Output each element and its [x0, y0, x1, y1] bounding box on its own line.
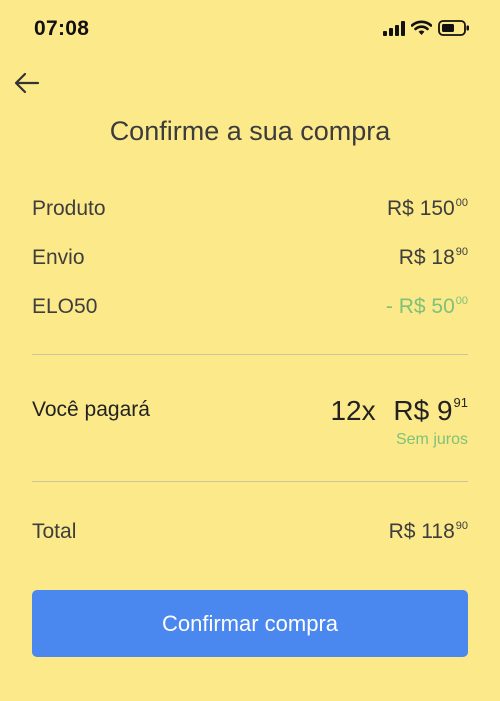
price-cents: 00 [455, 197, 468, 209]
confirm-purchase-button[interactable]: Confirmar compra [32, 590, 468, 657]
back-arrow-icon [14, 72, 40, 99]
divider [32, 481, 468, 482]
price-cents: 00 [455, 295, 468, 307]
summary-row-coupon: ELO50 - R$ 5000 [32, 295, 468, 325]
divider [32, 354, 468, 355]
discount-prefix: - [385, 295, 393, 318]
price-cents: 91 [453, 395, 468, 410]
total-price: R$ 11890 [389, 520, 468, 544]
price-whole: 118 [421, 520, 455, 543]
price-cents: 90 [455, 520, 468, 532]
payment-label: Você pagará [32, 398, 150, 421]
checkout-screen: 07:08 Confirme a sua compra Produto R$ 1… [0, 0, 500, 701]
back-button[interactable] [12, 72, 42, 98]
price-whole: 150 [419, 197, 455, 220]
status-bar: 07:08 [0, 0, 500, 60]
payment-summary: Você pagará 12x R$ 991 Sem juros [32, 395, 468, 455]
signal-icon [383, 20, 405, 36]
summary-row-shipping: Envio R$ 1890 [32, 246, 468, 276]
row-price: R$ 1890 [399, 246, 468, 270]
installments-count: 12x [330, 395, 376, 426]
installment-amount: 12x R$ 991 [330, 395, 468, 427]
status-icons [383, 20, 470, 36]
page-title: Confirme a sua compra [109, 116, 391, 146]
summary-row-product: Produto R$ 15000 [32, 197, 468, 227]
currency-symbol: R$ [387, 197, 414, 220]
currency-symbol: R$ [388, 520, 416, 543]
row-label: ELO50 [32, 295, 98, 318]
row-price: R$ 15000 [387, 197, 468, 221]
currency-symbol: R$ [393, 395, 430, 426]
currency-symbol: R$ [398, 295, 426, 318]
wifi-icon [411, 20, 432, 36]
price-cents: 90 [455, 246, 468, 258]
total-label: Total [32, 520, 77, 543]
price-whole: 9 [436, 395, 453, 426]
total-row: Total R$ 11890 [32, 520, 468, 550]
interest-free-note: Sem juros [395, 431, 468, 448]
price-whole: 50 [431, 295, 455, 318]
row-label: Produto [32, 197, 106, 220]
battery-icon [438, 20, 470, 36]
status-time: 07:08 [34, 17, 90, 40]
price-whole: 18 [431, 246, 455, 269]
row-label: Envio [32, 246, 85, 269]
discount-price: - R$ 5000 [386, 295, 468, 319]
currency-symbol: R$ [398, 246, 426, 269]
